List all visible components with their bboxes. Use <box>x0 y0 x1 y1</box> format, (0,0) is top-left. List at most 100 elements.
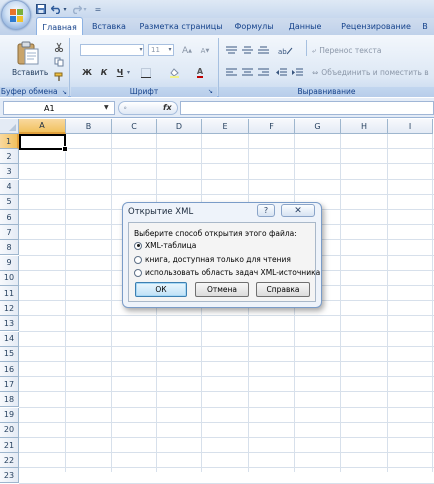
column-header-a[interactable]: A <box>19 119 66 134</box>
formula-grip-icon: ∘ <box>123 104 128 112</box>
redo-icon[interactable] <box>70 3 82 15</box>
copy-icon[interactable] <box>52 55 66 68</box>
row-header-8[interactable]: 8 <box>0 240 19 256</box>
align-bottom-icon[interactable] <box>256 44 270 57</box>
decrease-indent-icon[interactable] <box>274 66 288 79</box>
row-header-23[interactable]: 23 <box>0 468 19 484</box>
row-header-17[interactable]: 17 <box>0 377 19 393</box>
clipboard-group-text: Буфер обмена <box>0 87 58 96</box>
orientation-icon[interactable]: ab <box>276 44 296 57</box>
row-header-6[interactable]: 6 <box>0 210 19 225</box>
option-xml-table[interactable]: XML-таблица <box>134 240 196 251</box>
increase-indent-icon[interactable] <box>290 66 304 79</box>
dialog-help-icon[interactable]: ? <box>257 204 275 217</box>
grid-row-line <box>19 163 434 165</box>
row-header-19[interactable]: 19 <box>0 407 19 423</box>
undo-icon[interactable] <box>50 3 62 15</box>
wrap-text-label: Перенос текста <box>319 46 382 55</box>
row-header-14[interactable]: 14 <box>0 331 19 347</box>
tab-data[interactable]: Данные <box>280 18 330 35</box>
merge-center-button[interactable]: ⇔ Объединить и поместить в <box>312 66 429 79</box>
active-cell[interactable] <box>19 134 68 152</box>
option-xml-source-pane[interactable]: использовать область задач XML-источника <box>134 267 320 278</box>
formula-input[interactable] <box>180 101 434 115</box>
align-middle-icon[interactable] <box>240 44 254 57</box>
font-group-label: Шрифт ↘ <box>71 87 217 97</box>
office-button[interactable] <box>1 0 31 30</box>
help-button[interactable]: Справка <box>256 282 310 297</box>
row-header-12[interactable]: 12 <box>0 301 19 317</box>
italic-button[interactable]: К <box>97 66 111 79</box>
font-name-dropdown-icon[interactable]: ▾ <box>137 44 145 56</box>
column-header-h[interactable]: H <box>341 119 388 134</box>
row-header-13[interactable]: 13 <box>0 316 19 332</box>
tab-insert[interactable]: Вставка <box>86 18 132 35</box>
insert-function-icon[interactable]: fx <box>163 102 172 114</box>
name-box-dropdown-icon[interactable]: ▼ <box>104 101 114 115</box>
row-header-7[interactable]: 7 <box>0 225 19 241</box>
row-header-22[interactable]: 22 <box>0 453 19 469</box>
cut-icon[interactable] <box>52 40 66 53</box>
tab-view[interactable]: В <box>418 18 432 35</box>
font-dialog-launcher-icon[interactable]: ↘ <box>208 87 213 97</box>
row-header-1[interactable]: 1 <box>0 134 19 149</box>
align-center-icon[interactable] <box>240 66 254 79</box>
font-name-field[interactable] <box>80 44 144 56</box>
format-painter-icon[interactable] <box>52 70 66 83</box>
row-header-21[interactable]: 21 <box>0 438 19 453</box>
row-header-2[interactable]: 2 <box>0 149 19 165</box>
underline-button[interactable]: Ч <box>113 66 127 79</box>
row-header-20[interactable]: 20 <box>0 422 19 438</box>
column-header-c[interactable]: C <box>112 119 157 134</box>
shrink-font-icon[interactable]: A ▼ <box>198 44 212 57</box>
cancel-button[interactable]: Отмена <box>195 282 249 297</box>
fill-color-icon[interactable] <box>167 66 181 79</box>
row-header-16[interactable]: 16 <box>0 362 19 377</box>
column-header-e[interactable]: E <box>202 119 249 134</box>
option-read-only-workbook[interactable]: книга, доступная только для чтения <box>134 254 291 265</box>
radio-icon[interactable] <box>134 268 142 277</box>
radio-icon[interactable] <box>134 255 142 264</box>
align-left-icon[interactable] <box>224 66 238 79</box>
tab-review[interactable]: Рецензирование <box>336 18 416 35</box>
column-header-f[interactable]: F <box>249 119 295 134</box>
ok-button[interactable]: ОК <box>135 282 187 297</box>
wrap-text-button[interactable]: ⤶ Перенос текста <box>312 44 381 57</box>
grow-font-icon[interactable]: A ▲ <box>180 44 194 57</box>
bold-button[interactable]: Ж <box>80 66 94 79</box>
tab-page-layout[interactable]: Разметка страницы <box>136 18 226 35</box>
customize-qat-icon[interactable]: = <box>92 3 104 15</box>
merge-center-label: Объединить и поместить в <box>321 68 429 77</box>
font-color-icon[interactable]: A <box>193 66 207 79</box>
align-right-icon[interactable] <box>256 66 270 79</box>
undo-dropdown-icon[interactable]: ▾ <box>62 3 68 15</box>
column-header-d[interactable]: D <box>157 119 202 134</box>
borders-icon[interactable] <box>139 66 153 79</box>
dialog-launcher-icon[interactable]: ↘ <box>62 89 67 96</box>
paste-button[interactable]: Вставить <box>12 38 48 86</box>
name-box[interactable]: A1 <box>3 101 115 115</box>
column-header-g[interactable]: G <box>295 119 341 134</box>
column-header-b[interactable]: B <box>66 119 112 134</box>
row-header-15[interactable]: 15 <box>0 346 19 362</box>
row-header-4[interactable]: 4 <box>0 179 19 195</box>
underline-dropdown-icon[interactable]: ▾ <box>127 66 133 79</box>
row-header-11[interactable]: 11 <box>0 286 19 301</box>
grid-row-line <box>19 376 434 378</box>
column-header-i[interactable]: I <box>388 119 433 134</box>
dialog-close-icon[interactable]: ✕ <box>281 204 315 217</box>
formula-tools: ∘ fx <box>118 101 178 115</box>
row-header-3[interactable]: 3 <box>0 164 19 180</box>
radio-selected-icon[interactable] <box>134 241 142 250</box>
font-size-dropdown-icon[interactable]: ▾ <box>166 44 174 56</box>
tab-home[interactable]: Главная <box>36 17 83 36</box>
row-header-18[interactable]: 18 <box>0 392 19 408</box>
select-all-corner[interactable] <box>0 119 19 134</box>
row-header-5[interactable]: 5 <box>0 194 19 210</box>
save-icon[interactable] <box>35 3 47 15</box>
tab-formulas[interactable]: Формулы <box>231 18 277 35</box>
align-top-icon[interactable] <box>224 44 238 57</box>
row-header-10[interactable]: 10 <box>0 270 19 286</box>
redo-dropdown-icon[interactable]: ▾ <box>82 3 88 15</box>
row-header-9[interactable]: 9 <box>0 255 19 271</box>
